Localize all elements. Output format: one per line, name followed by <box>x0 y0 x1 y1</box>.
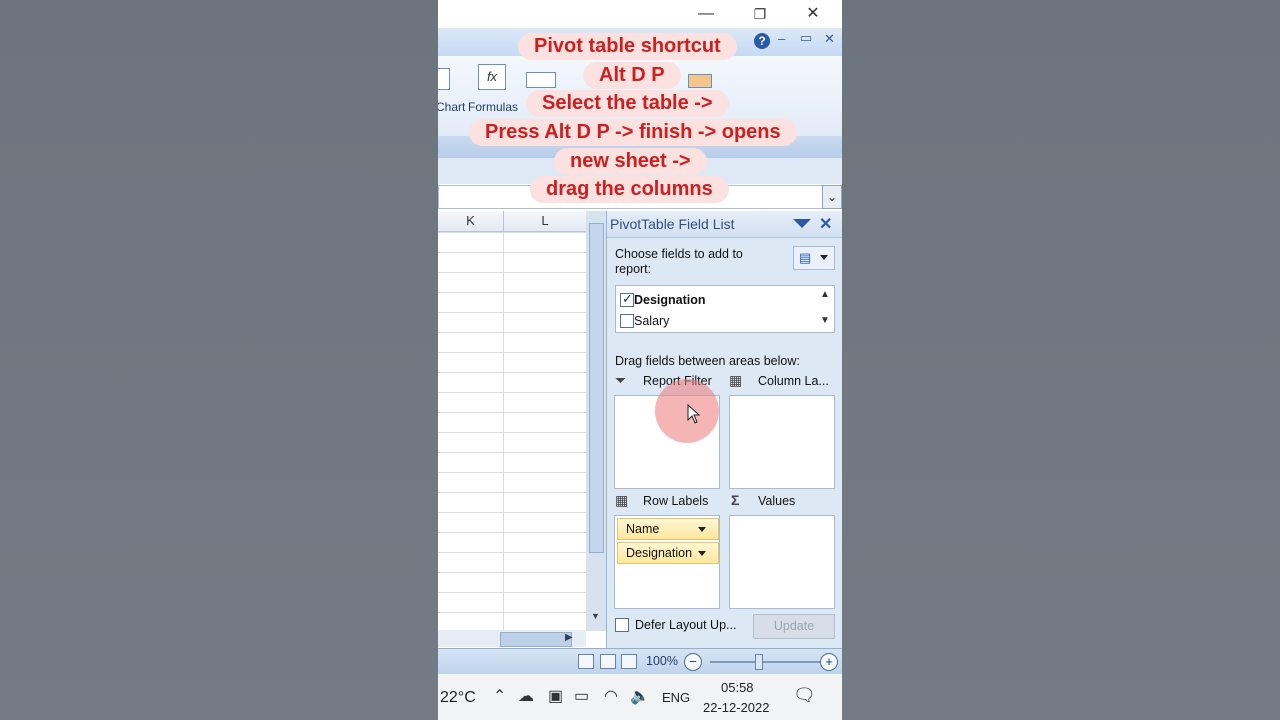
zoom-slider-knob[interactable] <box>755 654 763 670</box>
defer-layout-label: Defer Layout Up... <box>635 618 737 632</box>
pivot-field-list-pane: PivotTable Field List ✕ Choose fields to… <box>606 211 842 648</box>
pane-title: PivotTable Field List <box>610 216 735 232</box>
row-field-designation: Designation <box>626 546 693 560</box>
column-labels-icon: ▦ <box>729 372 743 388</box>
formula-expand-icon[interactable]: ⌄ <box>822 185 842 209</box>
column-labels-label: Column La... <box>758 374 829 388</box>
mouse-pointer-icon <box>687 404 701 424</box>
column-header-k[interactable]: K <box>438 211 504 232</box>
ribbon-minimize-icon[interactable]: – <box>778 31 785 46</box>
chart-label[interactable]: Chart <box>438 100 465 114</box>
help-icon[interactable]: ? <box>754 33 770 49</box>
values-label: Values <box>758 494 796 508</box>
field-list-box[interactable]: Designation Salary ▲ ▼ <box>615 285 835 333</box>
volume-icon[interactable]: 🔈 <box>630 686 650 706</box>
action-center-icon[interactable]: 🗨 <box>793 685 816 706</box>
grid-icon[interactable] <box>688 74 712 88</box>
ribbon-close-icon[interactable]: ✕ <box>824 31 835 47</box>
zoom-out-icon[interactable]: − <box>684 653 702 671</box>
pane-title-bar: PivotTable Field List ✕ <box>607 211 842 238</box>
zoom-slider-track[interactable] <box>710 661 820 663</box>
values-area[interactable] <box>729 515 835 609</box>
field-checkbox-salary[interactable] <box>620 314 634 328</box>
clock-time[interactable]: 05:58 <box>721 680 754 695</box>
update-button[interactable]: Update <box>753 614 835 639</box>
choose-fields-label-2: report: <box>615 262 652 276</box>
worksheet-grid[interactable]: K L <box>438 211 587 642</box>
scroll-right-icon[interactable]: ▶ <box>565 632 573 643</box>
choose-fields-label: Choose fields to add to <box>615 247 743 261</box>
pane-menu-icon[interactable] <box>793 219 811 228</box>
field-checkbox-designation[interactable] <box>620 291 634 307</box>
zoom-level[interactable]: 100% <box>646 654 678 668</box>
clock-date[interactable]: 22-12-2022 <box>703 700 770 715</box>
status-bar: 100% − + <box>438 648 842 675</box>
row-labels-label: Row Labels <box>643 494 709 508</box>
scroll-down-icon[interactable]: ▼ <box>591 611 600 621</box>
row-field-chip-designation[interactable]: Designation <box>617 542 719 564</box>
defer-layout-checkbox[interactable] <box>615 618 629 632</box>
left-backdrop <box>0 0 438 720</box>
wifi-icon[interactable]: ◠ <box>604 686 618 706</box>
formulas-label[interactable]: Formulas <box>468 100 518 114</box>
taskbar: 22°C ⌃ ☁ ▣ ▭ ◠ 🔈 ENG 05:58 22-12-2022 🗨 <box>438 674 842 720</box>
battery-icon[interactable]: ▭ <box>574 686 589 706</box>
filter-icon: ⏷ <box>615 372 627 388</box>
normal-view-icon[interactable] <box>578 654 594 669</box>
chevron-down-icon <box>698 551 706 556</box>
annotation-line-6: drag the columns <box>530 176 729 203</box>
column-header-l[interactable]: L <box>504 211 587 232</box>
horizontal-scroll-thumb[interactable] <box>500 632 572 647</box>
row-field-chip-name[interactable]: Name <box>617 518 719 540</box>
column-labels-area[interactable] <box>729 395 835 489</box>
annotation-line-1: Pivot table shortcut <box>518 33 737 60</box>
row-field-name: Name <box>626 522 660 536</box>
row-labels-icon: ▦ <box>615 492 629 508</box>
field-designation[interactable]: Designation <box>634 293 706 307</box>
page-layout-view-icon[interactable] <box>600 654 616 669</box>
chevron-down-icon <box>698 527 706 532</box>
title-bar: — ❐ ✕ <box>438 0 842 28</box>
list-scroll-down-icon[interactable]: ▼ <box>817 312 833 330</box>
drag-fields-label: Drag fields between areas below: <box>615 354 800 368</box>
annotation-line-4: Press Alt D P -> finish -> opens <box>469 119 797 146</box>
row-labels-area[interactable]: Name Designation <box>614 515 720 609</box>
table-icon[interactable] <box>526 72 556 88</box>
layout-icon: ▤ <box>799 250 812 265</box>
annotation-line-2: Alt D P <box>583 62 681 89</box>
list-scroll-up-icon[interactable]: ▲ <box>817 286 833 304</box>
vertical-scrollbar[interactable]: ▼ <box>586 211 606 631</box>
ribbon-restore-icon[interactable]: ▭ <box>800 30 812 46</box>
language-indicator[interactable]: ENG <box>662 690 690 705</box>
cloud-icon[interactable]: ☁ <box>518 686 534 706</box>
field-layout-button[interactable]: ▤ <box>793 246 835 270</box>
annotation-line-3: Select the table -> <box>526 90 729 117</box>
close-icon[interactable]: ✕ <box>802 4 824 24</box>
page-break-view-icon[interactable] <box>621 654 637 669</box>
function-icon[interactable]: fx <box>478 64 506 90</box>
cell-grid[interactable] <box>438 232 586 642</box>
chart-icon[interactable] <box>438 68 450 90</box>
right-backdrop <box>842 0 1280 720</box>
vertical-scroll-thumb[interactable] <box>589 223 604 553</box>
horizontal-scrollbar[interactable]: ▶ <box>438 630 586 647</box>
zoom-in-icon[interactable]: + <box>820 653 838 671</box>
notification-app-icon[interactable]: ▣ <box>548 686 563 706</box>
values-sigma-icon: Σ <box>731 492 740 508</box>
restore-icon[interactable]: ❐ <box>749 4 771 24</box>
minimize-icon[interactable]: — <box>695 4 717 24</box>
field-salary[interactable]: Salary <box>634 314 669 328</box>
annotation-line-5: new sheet -> <box>554 148 707 175</box>
pane-close-icon[interactable]: ✕ <box>819 214 832 234</box>
weather-temperature[interactable]: 22°C <box>440 689 476 707</box>
chevron-down-icon <box>820 255 828 260</box>
chevron-up-icon[interactable]: ⌃ <box>493 686 506 706</box>
